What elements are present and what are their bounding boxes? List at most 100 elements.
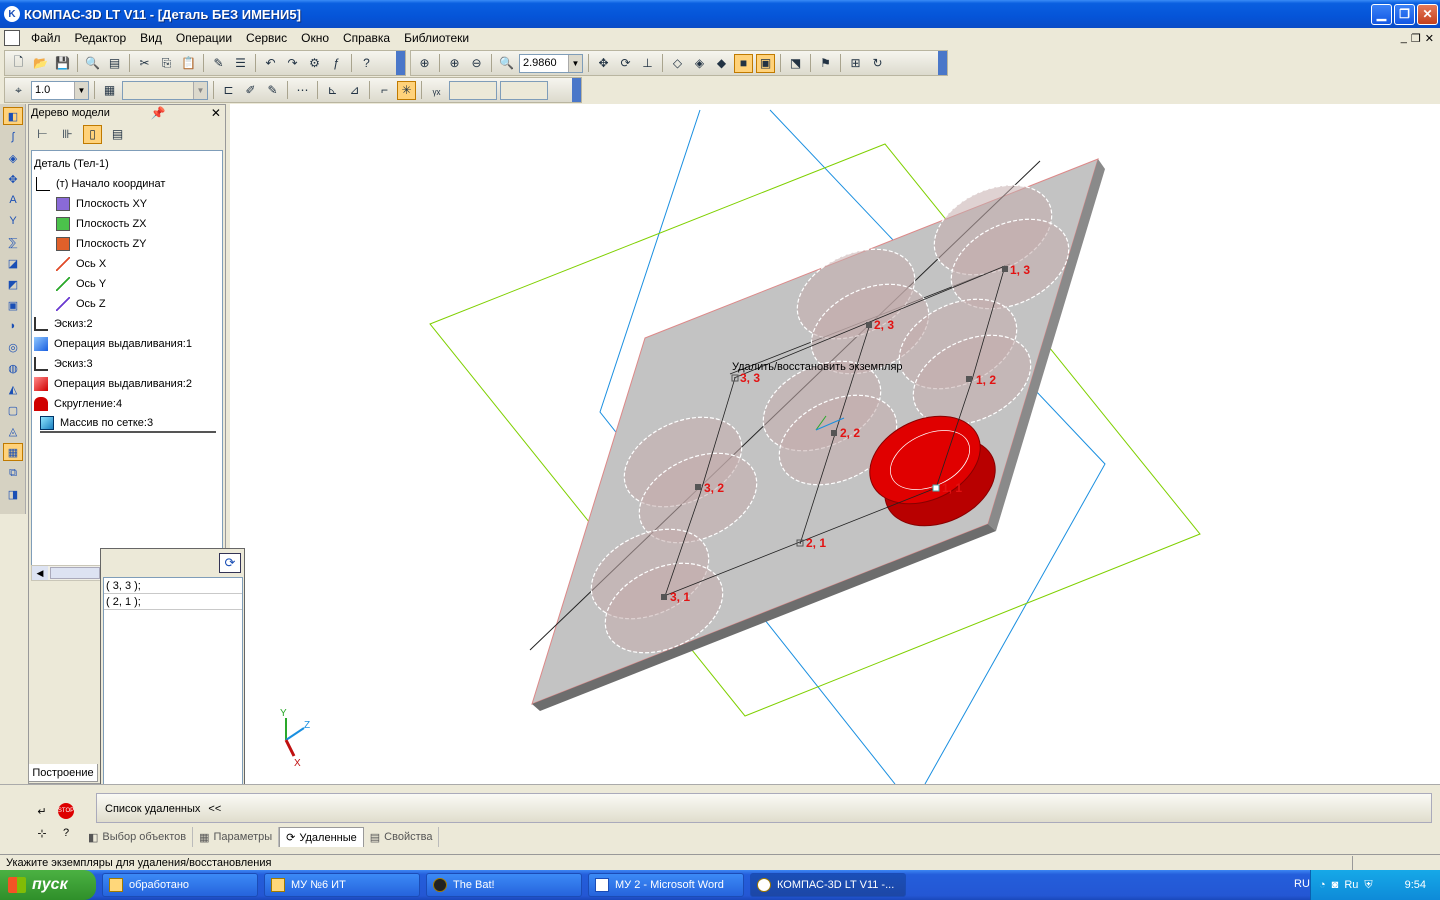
tree-sort-icon[interactable]: ⊪ [58,125,77,144]
tree-item-plane-zy[interactable]: Плоскость ZY [56,235,147,253]
help-pointer-icon[interactable]: ? [357,54,376,73]
menu-operations[interactable]: Операции [169,31,239,45]
thin-hidden-icon[interactable]: ◆ [712,54,731,73]
tree-display-icon[interactable]: ⊞ [846,54,865,73]
hole-icon[interactable]: ◎ [3,338,23,356]
pin-icon[interactable]: 📌 [151,106,166,120]
redo-icon[interactable]: ↷ [283,54,302,73]
create-object-icon[interactable]: ↵ [34,803,50,819]
tree-item-fillet-4[interactable]: Скругление:4 [34,395,122,413]
mdi-minimize-icon[interactable]: _ [1401,32,1407,45]
taskbar-item-folder[interactable]: обработано [102,873,258,897]
menu-window[interactable]: Окно [294,31,336,45]
coordinates-icon[interactable]: ᵧₓ [427,81,446,100]
print-icon[interactable]: ▤ [105,54,124,73]
document-icon[interactable] [4,30,20,46]
auxiliary-geometry-icon[interactable]: A [3,191,23,209]
chamfer-icon[interactable]: ◭ [3,380,23,398]
zoom-icon[interactable]: 🔍 [497,54,516,73]
tree-item-sketch-3[interactable]: Эскиз:3 [34,355,93,373]
tree-item-axis-x[interactable]: Ось X [56,255,106,273]
zoom-in-icon[interactable]: ⊕ [445,54,464,73]
grid-icon[interactable]: ⋯ [293,81,312,100]
arrays-icon[interactable]: ✥ [3,170,23,188]
taskbar-item-folder-2[interactable]: МУ №6 ИТ [264,873,420,897]
mirror-icon[interactable]: ⧉ [3,464,23,482]
kinematic-icon[interactable]: ▣ [3,296,23,314]
loft-icon[interactable]: ◗ [3,317,23,335]
menu-view[interactable]: Вид [133,31,169,45]
minimize-button[interactable]: ▁ [1371,3,1392,25]
toolbar-options-icon[interactable] [396,51,405,75]
layer-icon[interactable]: ▦ [100,81,119,100]
fillet-icon[interactable]: ◍ [3,359,23,377]
rib-icon[interactable]: ◬ [3,422,23,440]
mdi-close-icon[interactable]: ✕ [1425,32,1434,45]
tree-item-extrude-1[interactable]: Операция выдавливания:1 [34,335,192,353]
perspective-icon[interactable]: ⬔ [786,54,805,73]
open-icon[interactable]: 📂 [31,54,50,73]
rotate-op-icon[interactable]: ◩ [3,275,23,293]
copy-icon[interactable]: ⎘ [157,54,176,73]
taskbar-item-word[interactable]: МУ 2 - Microsoft Word [588,873,744,897]
language-indicator[interactable]: RU [1294,878,1310,890]
local-cs-icon[interactable]: ⊾ [323,81,342,100]
tree-item-plane-xy[interactable]: Плоскость XY [56,195,147,213]
zoom-window-icon[interactable]: ⊕ [415,54,434,73]
chevron-down-icon[interactable]: ▼ [74,81,88,99]
sketch-icon[interactable]: ⊏ [219,81,238,100]
edit-details-icon[interactable]: ◧ [3,107,23,125]
scroll-left-icon[interactable]: ◀ [32,566,48,580]
auto-create-icon[interactable]: ⊹ [34,825,50,841]
ortho-icon[interactable]: ⌐ [375,81,394,100]
help-icon[interactable]: ? [58,825,74,841]
tab-select-objects[interactable]: ◧ Выбор объектов [82,827,194,847]
chevron-left-icon[interactable]: << [208,803,221,815]
cut-icon[interactable]: ✂ [135,54,154,73]
tab-build[interactable]: Построение [28,764,98,782]
close-button[interactable]: ✕ [1417,3,1438,25]
menu-editor[interactable]: Редактор [68,31,134,45]
menu-file[interactable]: Файл [24,31,68,45]
list-icon[interactable]: ☰ [231,54,250,73]
tree-item-extrude-2[interactable]: Операция выдавливания:2 [34,375,192,393]
deleted-list-button[interactable]: Список удаленных << [101,800,225,818]
list-item[interactable]: ( 3, 3 ); [104,578,242,594]
zoom-out-icon[interactable]: ⊖ [467,54,486,73]
tree-mode-icon[interactable]: ▯ [83,124,102,144]
tray-language[interactable]: Ru [1344,879,1358,891]
antivirus-icon[interactable]: ◙ [1332,879,1339,891]
tree-item-axis-y[interactable]: Ось Y [56,275,106,293]
close-icon[interactable]: ✕ [211,106,221,120]
step-combo[interactable]: 1.0 ▼ [31,80,89,100]
stop-icon[interactable]: STOP [58,803,74,819]
refresh-icon[interactable]: ⟳ [219,553,241,573]
chevron-down-icon[interactable]: ▼ [193,81,207,99]
save-icon[interactable]: 💾 [53,54,72,73]
start-button[interactable]: пуск [0,870,96,900]
paste-icon[interactable]: 📋 [179,54,198,73]
model-viewport[interactable]: 1, 3 2, 3 3, 3 1, 2 2, 2 3, 2 1, 1 2, 1 … [230,104,1440,784]
snap-icon[interactable]: ✐ [241,81,260,100]
taskbar-item-thebat[interactable]: The Bat! [426,873,582,897]
clock[interactable]: 9:54 [1405,879,1426,891]
tree-item-axis-z[interactable]: Ось Z [56,295,106,313]
properties-icon[interactable]: ✎ [209,54,228,73]
layer-combo[interactable]: ▼ [122,80,208,100]
state-toolbar-options-icon[interactable] [572,78,581,102]
shield-icon[interactable]: ⛨ [1364,879,1372,892]
snap-points-icon[interactable]: ✳ [397,80,416,100]
surfaces-icon[interactable]: ◈ [3,149,23,167]
orientation-icon[interactable]: ⊥ [638,54,657,73]
rotate-icon[interactable]: ⟳ [616,54,635,73]
menu-libraries[interactable]: Библиотеки [397,31,476,45]
section-icon[interactable]: ◨ [3,485,23,503]
tree-structure-icon[interactable]: ⊢ [33,125,52,144]
manager-icon[interactable]: ⚙ [305,54,324,73]
menu-service[interactable]: Сервис [239,31,294,45]
wireframe-icon[interactable]: ◇ [668,54,687,73]
shell-icon[interactable]: ▢ [3,401,23,419]
scroll-thumb[interactable] [50,567,100,579]
grid-array-icon[interactable]: ▦ [3,443,23,461]
variables-icon[interactable]: ƒ [327,54,346,73]
